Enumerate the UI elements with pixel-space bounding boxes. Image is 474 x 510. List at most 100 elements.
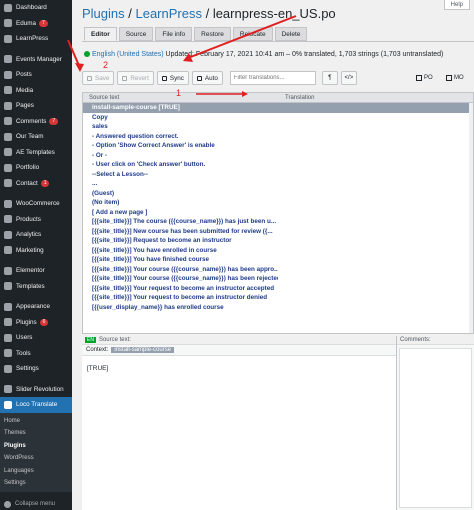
sidebar-item-appearance[interactable]: Appearance <box>0 299 72 315</box>
tab-source[interactable]: Source <box>118 27 154 41</box>
locale-name[interactable]: English (United States) <box>92 51 164 58</box>
row-source-text: [{{site_title}}] Your course ({{course_n… <box>92 265 278 273</box>
sidebar-item-settings[interactable]: Settings <box>0 361 72 377</box>
context-bar: Context: install-sample-course <box>82 345 396 356</box>
eduma-icon <box>4 19 12 28</box>
table-row[interactable]: - User click on 'Check answer' button. <box>83 160 473 170</box>
table-row[interactable]: - Option 'Show Correct Answer' is enable <box>83 141 473 151</box>
download-icon <box>416 75 422 81</box>
tab-file-info[interactable]: File info <box>155 27 193 41</box>
save-label: Save <box>95 74 110 82</box>
sidebar-item-elementor[interactable]: Elementor <box>0 263 72 279</box>
table-row[interactable]: (No item) <box>83 198 473 208</box>
sidebar-item-label: Comments <box>16 117 47 125</box>
sidebar-item-loco-translate[interactable]: Loco Translate <box>0 397 72 413</box>
page-title: Plugins / LearnPress / learnpress-en_US.… <box>82 6 336 21</box>
table-row[interactable]: [{{site_title}}] Your course ({{course_n… <box>83 274 473 284</box>
grid-scrollbar[interactable] <box>469 103 473 333</box>
sidebar-item-comments[interactable]: Comments 7 <box>0 114 72 130</box>
sidebar-item-label: Pages <box>16 102 34 110</box>
source-label: Source text: <box>98 337 131 343</box>
annotation-label-1: 1 <box>176 88 182 98</box>
sidebar-item-tools[interactable]: Tools <box>0 346 72 362</box>
sidebar-item-label: Slider Revolution <box>16 385 64 393</box>
sidebar-item-slider-revolution[interactable]: Slider Revolution <box>0 382 72 398</box>
comments-textarea[interactable] <box>399 348 472 508</box>
sidebar-item-ae-templates[interactable]: AE Templates <box>0 145 72 161</box>
sidebar-item-events-manager[interactable]: Events Manager <box>0 52 72 68</box>
tab-relocate[interactable]: Relocate <box>232 27 273 41</box>
mail-icon <box>4 179 12 188</box>
table-row[interactable]: [{{site_title}}] The course ({{course_na… <box>83 217 473 227</box>
table-row[interactable]: [{{site_title}}] Request to become an in… <box>83 236 473 246</box>
sidebar-item-our-team[interactable]: Our Team <box>0 129 72 145</box>
table-row[interactable]: [{{site_title}}] Your course ({{course_n… <box>83 265 473 275</box>
sidebar-item-learnpress[interactable]: LearnPress <box>0 31 72 47</box>
sidebar-item-posts[interactable]: Posts <box>0 67 72 83</box>
submenu-item-home[interactable]: Home <box>0 415 72 428</box>
collapse-menu-button[interactable]: Collapse menu <box>0 498 72 510</box>
submenu-item-wordpress[interactable]: WordPress <box>0 452 72 465</box>
sidebar-item-woocommerce[interactable]: WooCommerce <box>0 196 72 212</box>
sidebar-item-eduma[interactable]: Eduma 7 <box>0 16 72 32</box>
sync-button[interactable]: Sync <box>156 71 189 85</box>
submenu-item-themes[interactable]: Themes <box>0 427 72 440</box>
help-tab[interactable]: Help <box>443 0 470 10</box>
sidebar-item-contact[interactable]: Contact 1 <box>0 176 72 192</box>
table-row[interactable]: Copy <box>83 113 473 123</box>
filter-input[interactable] <box>229 71 316 85</box>
sidebar-item-portfolio[interactable]: Portfolio <box>0 160 72 176</box>
invisibles-toggle[interactable]: ¶ <box>321 71 338 85</box>
sidebar-item-templates[interactable]: Templates <box>0 279 72 295</box>
row-source-text: (Guest) <box>92 189 115 197</box>
auto-button[interactable]: Auto <box>191 71 223 85</box>
table-row[interactable]: - Answered question correct. <box>83 132 473 142</box>
sidebar-item-users[interactable]: Users <box>0 330 72 346</box>
product-icon <box>4 215 12 224</box>
sidebar-item-marketing[interactable]: Marketing <box>0 243 72 259</box>
code-view-toggle[interactable]: </> <box>340 71 357 85</box>
update-count-badge: 6 <box>39 318 49 326</box>
sidebar-item-analytics[interactable]: Analytics <box>0 227 72 243</box>
sidebar-item-plugins[interactable]: Plugins 6 <box>0 315 72 331</box>
sidebar-item-label: Eduma <box>16 19 36 27</box>
submenu-item-settings[interactable]: Settings <box>0 477 72 490</box>
table-row[interactable]: sales <box>83 122 473 132</box>
breadcrumb-learnpress[interactable]: LearnPress <box>135 6 201 21</box>
submenu-item-plugins[interactable]: Plugins <box>0 440 72 453</box>
save-button[interactable]: Save <box>82 71 115 85</box>
sidebar-item-products[interactable]: Products <box>0 212 72 228</box>
grid-rows: install-sample-course [TRUE] Copy sales - A… <box>83 103 473 312</box>
page-icon <box>4 101 12 110</box>
sidebar-item-dashboard[interactable]: Dashboard <box>0 0 72 16</box>
row-source-text: [{{site_title}}] The course ({{course_na… <box>92 218 277 226</box>
sidebar-item-pages[interactable]: Pages <box>0 98 72 114</box>
breadcrumb-plugins[interactable]: Plugins <box>82 6 125 21</box>
tab-delete[interactable]: Delete <box>274 27 308 41</box>
main-content: Help Plugins / LearnPress / learnpress-e… <box>72 0 474 510</box>
sidebar-item-label: Plugins <box>16 318 37 326</box>
submenu-item-languages[interactable]: Languages <box>0 465 72 478</box>
revert-button[interactable]: Revert <box>117 71 154 85</box>
row-source-text: [{{site_title}}] Request to become an in… <box>92 237 232 245</box>
tab-restore[interactable]: Restore <box>194 27 231 41</box>
table-row[interactable]: [{{site_title}}] You have finished cours… <box>83 255 473 265</box>
table-row[interactable]: [{{user_display_name}} has enrolled cour… <box>83 303 473 313</box>
table-row[interactable]: --Select a Lesson-- <box>83 170 473 180</box>
table-row[interactable]: install-sample-course [TRUE] <box>83 103 473 113</box>
table-row[interactable]: [{{site_title}}] You have enrolled in co… <box>83 246 473 256</box>
table-row[interactable]: [{{site_title}}] New course has been sub… <box>83 227 473 237</box>
tab-editor[interactable]: Editor <box>84 27 117 41</box>
table-row[interactable]: [{{site_title}}] Your request to become … <box>83 284 473 294</box>
table-row[interactable]: (Guest) <box>83 189 473 199</box>
po-label: PO <box>424 75 433 81</box>
table-row[interactable]: ... <box>83 179 473 189</box>
table-row[interactable]: [{{site_title}}] Your request to become … <box>83 293 473 303</box>
sidebar-item-media[interactable]: Media <box>0 83 72 99</box>
team-icon <box>4 132 12 141</box>
brush-icon <box>4 302 12 311</box>
table-row[interactable]: [ Add a new page ] <box>83 208 473 218</box>
download-mo-button[interactable]: MO <box>446 75 464 81</box>
download-po-button[interactable]: PO <box>416 75 433 81</box>
table-row[interactable]: - Or - <box>83 151 473 161</box>
